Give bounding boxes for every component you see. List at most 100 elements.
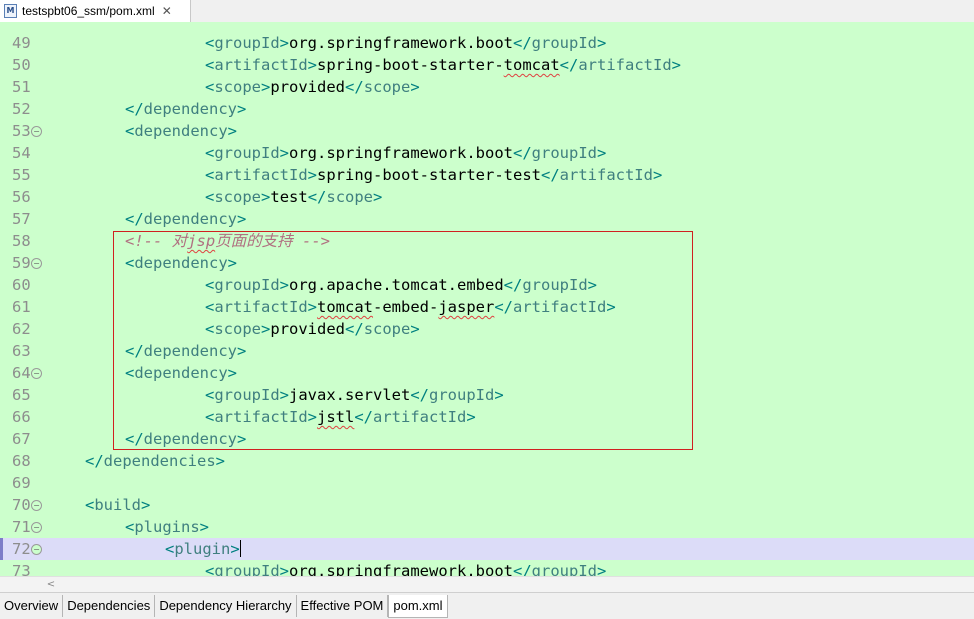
xml-bracket: > — [237, 342, 247, 360]
code-line[interactable]: 54 <groupId>org.springframework.boot</gro… — [0, 142, 974, 164]
code-line[interactable]: 58 <!-- 对jsp页面的支持 --> — [0, 230, 974, 252]
line-number: 63 — [12, 342, 31, 360]
code-line[interactable]: 52 </dependency> — [0, 98, 974, 120]
fold-toggle-icon[interactable]: − — [31, 258, 42, 269]
fold-toggle-icon[interactable]: − — [31, 522, 42, 533]
code-line[interactable]: 67 </dependency> — [0, 428, 974, 450]
tab-overview[interactable]: Overview — [0, 595, 64, 617]
code-text: </dependency> — [125, 208, 246, 230]
xml-tag-name: dependency — [134, 122, 228, 140]
code-line[interactable]: 70− <build> — [0, 494, 974, 516]
xml-bracket: > — [307, 408, 318, 426]
xml-bracket: < — [205, 144, 215, 162]
horizontal-scrollbar[interactable]: < — [0, 576, 974, 593]
code-line[interactable]: 68 </dependencies> — [0, 450, 974, 472]
fold-toggle-icon[interactable]: − — [31, 126, 42, 137]
xml-bracket: > — [671, 56, 681, 74]
scroll-left-icon[interactable]: < — [44, 577, 58, 593]
xml-bracket: < — [125, 122, 135, 140]
code-line[interactable]: 59− <dependency> — [0, 252, 974, 274]
tab-dependencies[interactable]: Dependencies — [63, 595, 156, 617]
xml-bracket: > — [199, 518, 210, 536]
line-gutter: 65 — [0, 384, 44, 406]
code-line[interactable]: 62 <scope>provided</scope> — [0, 318, 974, 340]
line-gutter: 61 — [0, 296, 44, 318]
xml-bracket: </ — [559, 56, 579, 74]
code-line[interactable]: 60 <groupId>org.apache.tomcat.embed</grou… — [0, 274, 974, 296]
xml-tag-name: scope — [363, 78, 411, 96]
xml-comment: jsp — [187, 232, 216, 250]
maven-pom-file-icon: M — [4, 4, 17, 18]
code-line[interactable]: 56 <scope>test</scope> — [0, 186, 974, 208]
line-gutter: 66 — [0, 406, 44, 428]
fold-toggle-icon[interactable]: − — [31, 500, 42, 511]
xml-text: org.springframework.boot — [289, 144, 513, 162]
xml-tag-name: dependency — [143, 100, 237, 118]
xml-bracket: > — [587, 276, 597, 294]
xml-bracket: < — [85, 496, 95, 514]
tab-effective-pom[interactable]: Effective POM — [296, 595, 389, 617]
line-number: 61 — [12, 298, 31, 316]
code-line[interactable]: 50 <artifactId>spring-boot-starter-tomcat… — [0, 54, 974, 76]
xml-bracket: > — [596, 144, 607, 162]
code-line[interactable]: 69 — [0, 472, 974, 494]
code-line[interactable]: 73 <groupId>org.springframework.boot</gro… — [0, 560, 974, 576]
line-number: 67 — [12, 430, 31, 448]
xml-bracket: > — [227, 364, 238, 382]
line-number: 50 — [12, 56, 31, 74]
editor-tab-pom-xml[interactable]: M testspbt06_ssm/pom.xml ✕ — [0, 0, 191, 22]
xml-bracket: < — [205, 276, 215, 294]
line-number: 71 — [12, 518, 31, 536]
xml-bracket: < — [205, 78, 215, 96]
xml-text: jasper — [438, 298, 495, 316]
xml-bracket: > — [227, 254, 238, 272]
line-gutter: 63 — [0, 340, 44, 362]
xml-bracket: > — [466, 408, 476, 426]
xml-tag-name: build — [94, 496, 142, 514]
xml-bracket: </ — [125, 430, 144, 448]
code-line[interactable]: 65 <groupId>javax.servlet</groupId> — [0, 384, 974, 406]
close-icon[interactable]: ✕ — [162, 4, 172, 18]
code-line[interactable]: 63 </dependency> — [0, 340, 974, 362]
tab-dependency-hierarchy[interactable]: Dependency Hierarchy — [155, 595, 297, 617]
line-gutter: 52 — [0, 98, 44, 120]
xml-bracket: < — [205, 34, 215, 52]
code-line[interactable]: 55 <artifactId>spring-boot-starter-test</… — [0, 164, 974, 186]
code-text: </dependency> — [125, 428, 246, 450]
xml-bracket: > — [494, 386, 504, 404]
code-line[interactable]: 71− <plugins> — [0, 516, 974, 538]
code-text: <scope>provided</scope> — [205, 76, 420, 98]
xml-bracket: < — [125, 254, 135, 272]
code-line[interactable]: 66 <artifactId>jstl</artifactId> — [0, 406, 974, 428]
code-line[interactable]: 72− <plugin> — [0, 538, 974, 560]
code-text: <plugins> — [125, 516, 209, 538]
line-gutter: 56 — [0, 186, 44, 208]
fold-toggle-icon[interactable]: − — [31, 368, 42, 379]
tab-pom-xml[interactable]: pom.xml — [388, 595, 448, 618]
code-line[interactable]: 64− <dependency> — [0, 362, 974, 384]
xml-bracket: </ — [125, 210, 144, 228]
xml-comment: 页面的支持 --> — [215, 232, 330, 250]
xml-bracket: </ — [307, 188, 327, 206]
line-gutter: 71− — [0, 516, 44, 538]
line-number: 65 — [12, 386, 31, 404]
line-number: 58 — [12, 232, 31, 250]
xml-bracket: > — [141, 496, 151, 514]
code-text: <groupId>javax.servlet</groupId> — [205, 384, 504, 406]
line-number: 69 — [12, 474, 31, 492]
xml-tag-name: groupId — [522, 276, 588, 294]
code-text: </dependencies> — [85, 450, 225, 472]
code-line[interactable]: 49 <groupId>org.springframework.boot</gro… — [0, 32, 974, 54]
editor-tab-bar: M testspbt06_ssm/pom.xml ✕ — [0, 0, 974, 23]
code-editor[interactable]: 49 <groupId>org.springframework.boot</gro… — [0, 22, 974, 576]
xml-bracket: > — [307, 166, 318, 184]
code-line[interactable]: 51 <scope>provided</scope> — [0, 76, 974, 98]
fold-toggle-icon[interactable]: − — [31, 544, 42, 555]
xml-bracket: < — [125, 364, 135, 382]
xml-bracket: </ — [540, 166, 560, 184]
code-line[interactable]: 57 </dependency> — [0, 208, 974, 230]
code-line[interactable]: 61 <artifactId>tomcat-embed-jasper</artif… — [0, 296, 974, 318]
xml-bracket: < — [205, 386, 215, 404]
code-line[interactable]: 53− <dependency> — [0, 120, 974, 142]
xml-tag-name: groupId — [214, 276, 280, 294]
